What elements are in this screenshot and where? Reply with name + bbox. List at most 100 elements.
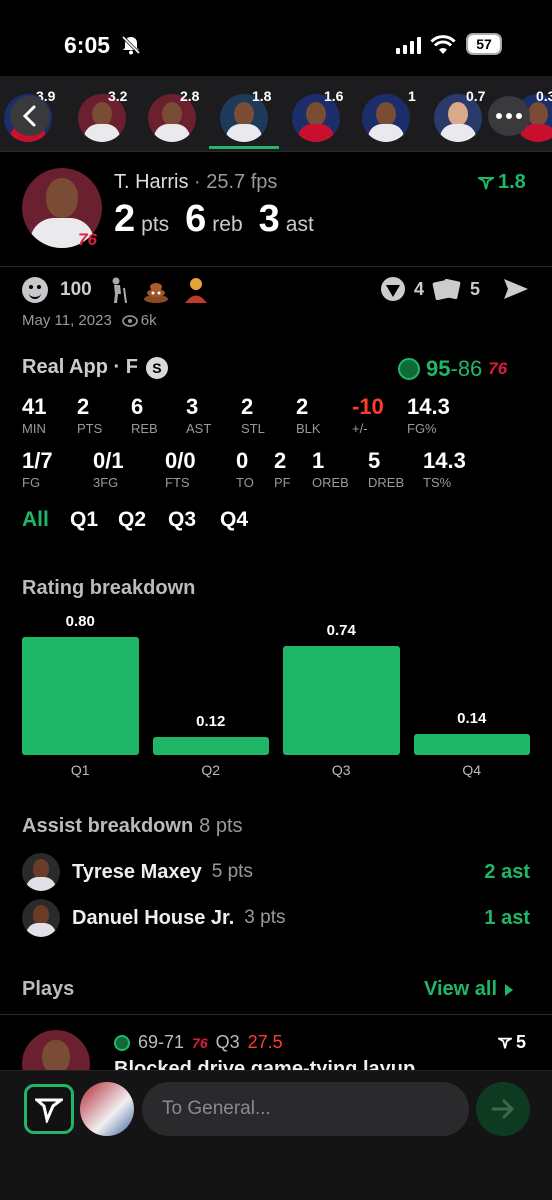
group-avatar[interactable] (80, 1082, 134, 1136)
stat-fg: 14.3 FG% (407, 394, 450, 436)
tab-q1[interactable]: Q1 (70, 508, 98, 532)
cards-icon[interactable] (432, 276, 462, 302)
view-all-label: View all (424, 978, 498, 1000)
assist-item[interactable]: Tyrese Maxey 5 pts 2 ast (22, 852, 530, 892)
stat-value: 3 (186, 394, 199, 419)
assist-count: 2 ast (484, 860, 530, 883)
stat-label: FG% (407, 421, 437, 436)
stat-value: 2 (77, 394, 90, 419)
poop-emoji-icon[interactable] (142, 276, 170, 304)
strip-player-6-rating: 1 (408, 88, 416, 104)
battery-indicator: 57 (466, 33, 502, 55)
stat-label: FTS (165, 475, 190, 490)
stat-value: 0/1 (93, 448, 124, 473)
player-name[interactable]: T. Harris (114, 171, 188, 193)
bar-category-label: Q4 (462, 762, 482, 778)
eye-icon (121, 314, 138, 327)
tab-q3[interactable]: Q3 (168, 508, 196, 532)
game-score[interactable]: 95-86 76 (398, 356, 507, 382)
player-name-line: T. Harris · 25.7 fps (114, 171, 277, 194)
pts-label: pts (141, 213, 170, 236)
stat-reb: 6 REB (131, 394, 158, 436)
stat-min: 41 MIN (22, 394, 46, 436)
assist-count: 1 ast (484, 906, 530, 929)
stat-value: 1/7 (22, 448, 53, 473)
stat-value: 14.3 (423, 448, 466, 473)
person-emoji-icon[interactable] (182, 276, 210, 304)
player-statline: 2 pts 6 reb 3 ast (114, 198, 324, 241)
bell-off-icon (121, 35, 141, 55)
assist-avatar (22, 853, 60, 891)
home-team-logo: 76 (488, 359, 508, 378)
stat-value: 2 (296, 394, 309, 419)
reaction-count: 100 (60, 279, 92, 300)
assist-breakdown-title: Assist breakdown 8 pts (22, 815, 243, 838)
arrow-right-icon (491, 1099, 515, 1119)
rating-arrow-icon (478, 176, 494, 189)
player-fps: · 25.7 fps (194, 171, 278, 193)
game-title: Real App · F (22, 356, 138, 378)
stat-label: TO (236, 475, 254, 490)
volume-shield-icon[interactable] (380, 276, 406, 302)
stat-value: 0 (236, 448, 249, 473)
strip-player-2-rating: 3.2 (108, 88, 128, 104)
game-badge: S (145, 356, 168, 379)
bar-value-label: 0.12 (196, 713, 226, 731)
stat-value: 14.3 (407, 394, 450, 419)
team-logo: 76 (78, 230, 97, 249)
stat-value: 41 (22, 394, 47, 419)
rating-bar-q4[interactable] (413, 734, 530, 755)
assist-title-text: Assist breakdown (22, 815, 194, 837)
smile-emoji-icon[interactable] (22, 277, 48, 303)
stat-pf: 2 PF (274, 448, 291, 490)
assist-avatar (22, 899, 60, 937)
rating-breakdown-title: Rating breakdown (22, 577, 196, 599)
message-input[interactable] (142, 1082, 469, 1136)
tab-q4[interactable]: Q4 (220, 508, 248, 532)
stat-fg: 1/7 FG (22, 448, 53, 490)
stat-label: DREB (368, 475, 405, 490)
tab-q2[interactable]: Q2 (118, 508, 146, 532)
play-arrow-icon (505, 983, 514, 996)
assist-item[interactable]: Danuel House Jr. 3 pts 1 ast (22, 898, 530, 938)
stat-label: AST (186, 421, 212, 436)
game-header: Real App · F S (22, 356, 168, 379)
stat-dreb: 5 DREB (368, 448, 404, 490)
play-rating-value: 5 (516, 1032, 527, 1052)
more-button[interactable] (488, 96, 530, 136)
strip-player-6[interactable] (362, 94, 410, 142)
player-rating: 1.8 (478, 171, 526, 194)
rating-bar-q1[interactable] (22, 637, 139, 755)
app-logo-icon (35, 1098, 63, 1123)
post-views: 6k (140, 312, 157, 329)
back-button[interactable] (10, 96, 50, 136)
assist-total: 8 pts (199, 815, 243, 837)
stat-to: 0 TO (236, 448, 254, 490)
rating-arrow-icon (498, 1037, 512, 1048)
stat-label: OREB (312, 475, 349, 490)
old-man-cane-emoji-icon[interactable] (104, 276, 130, 304)
tab-all[interactable]: All (22, 508, 49, 532)
assist-player-name: Tyrese Maxey (72, 860, 202, 883)
play-meta: 69-71 76 Q3 27.5 (114, 1032, 283, 1053)
send-button[interactable] (476, 1082, 530, 1136)
strip-player-4-rating: 1.8 (252, 88, 272, 104)
ast-label: ast (285, 213, 314, 236)
play-time: 27.5 (247, 1032, 283, 1052)
divider (0, 1014, 552, 1015)
rating-bar-q2[interactable] (152, 737, 269, 755)
post-date: May 11, 2023 (22, 312, 112, 329)
wifi-icon (430, 35, 456, 54)
app-logo-button[interactable] (24, 1084, 74, 1134)
cell-signal-icon (396, 36, 421, 54)
bar-category-label: Q1 (70, 762, 90, 778)
share-icon[interactable] (502, 276, 530, 302)
stat-blk: 2 BLK (296, 394, 321, 436)
stat-label: BLK (296, 421, 321, 436)
rating-chart: 0.80 Q1 0.12 Q2 0.74 Q3 0.14 Q4 (22, 606, 530, 786)
ast-value: 3 (258, 198, 280, 240)
count-2: 5 (470, 278, 481, 299)
bar-value-label: 0.74 (326, 621, 356, 639)
rating-bar-q3[interactable] (283, 645, 400, 755)
view-all-link[interactable]: View all (424, 978, 514, 1001)
